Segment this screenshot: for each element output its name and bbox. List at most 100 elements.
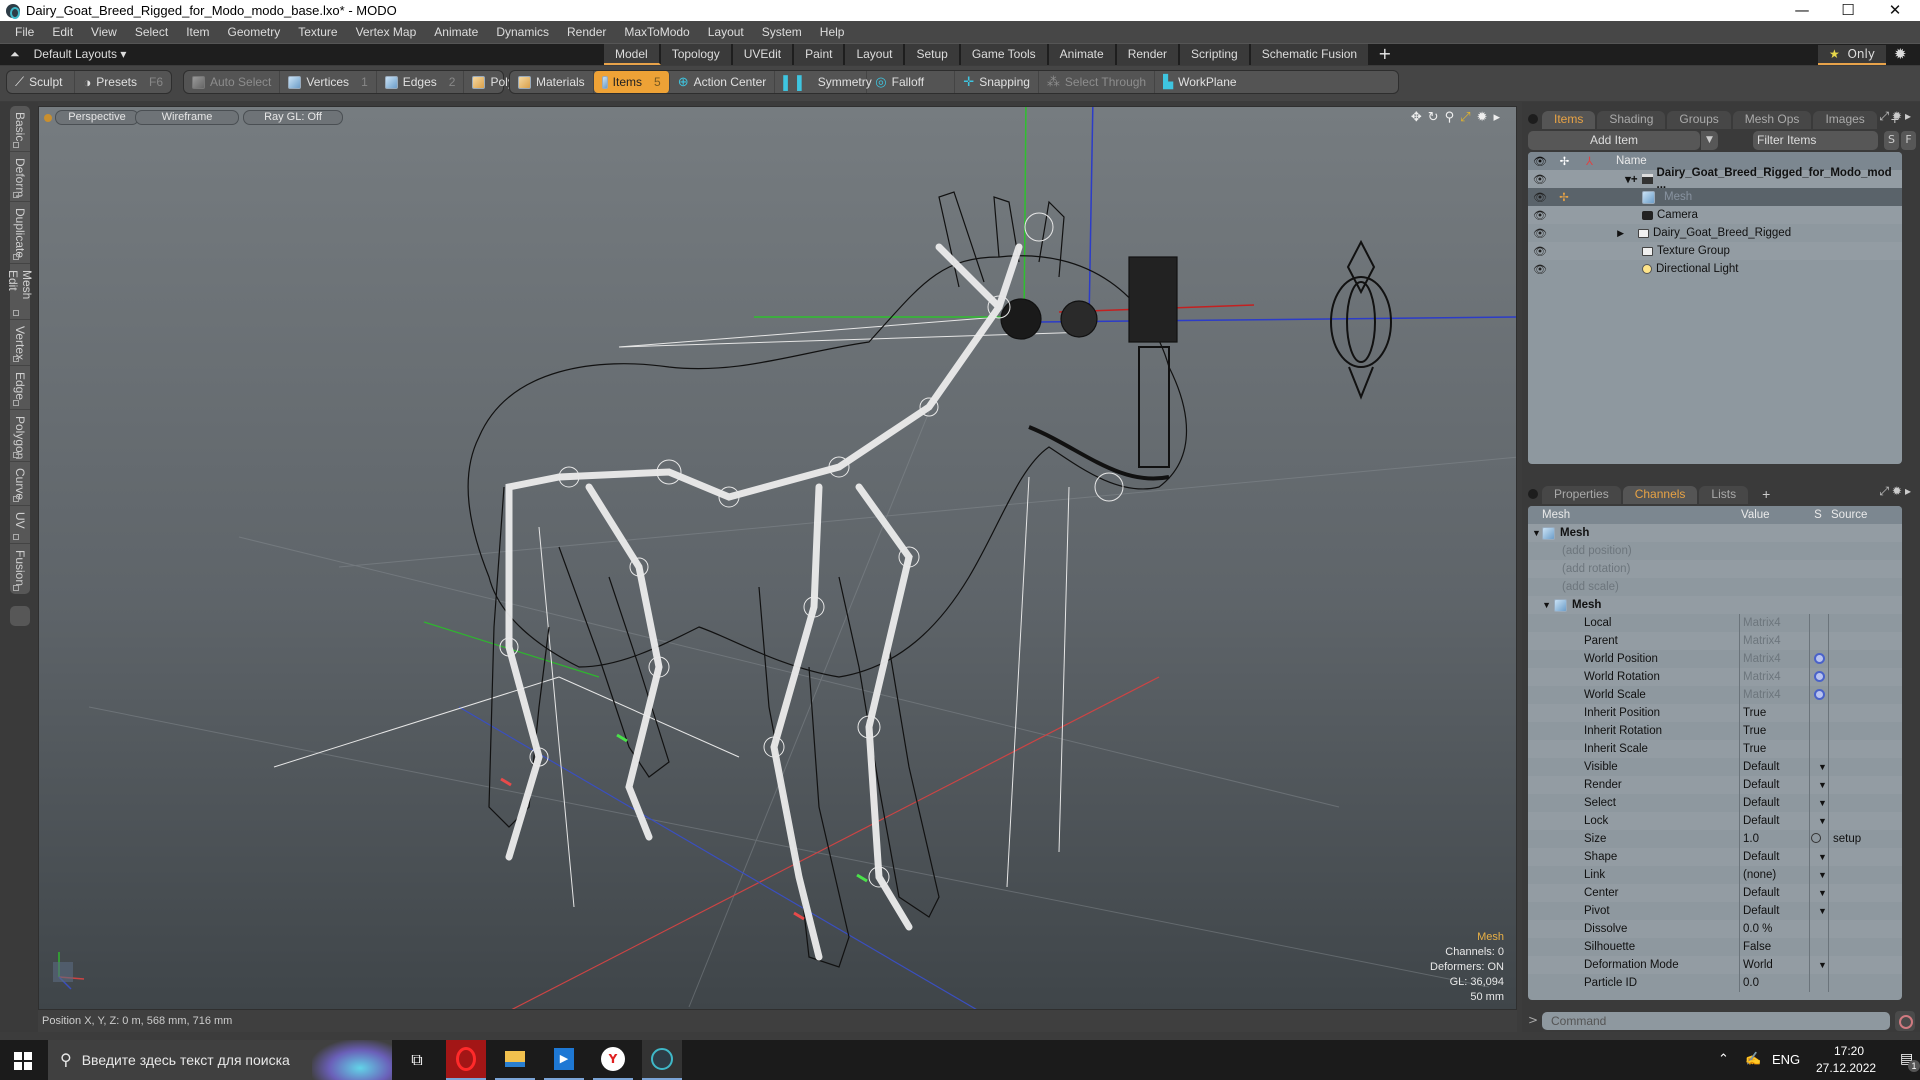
snapping-button[interactable]: ✛ Snapping bbox=[955, 71, 1039, 93]
file-explorer-icon[interactable] bbox=[495, 1040, 535, 1080]
collapse-icon[interactable]: ▼ bbox=[1528, 600, 1554, 610]
add-channel-row[interactable]: (add scale) bbox=[1528, 578, 1902, 596]
channel-value[interactable]: (none) ▼ bbox=[1739, 866, 1827, 884]
dropdown-arrow-icon[interactable]: ▼ bbox=[1818, 866, 1827, 884]
viewport-menu-arrow-icon[interactable]: ▸ bbox=[1493, 110, 1500, 125]
tab-schematic-fusion[interactable]: Schematic Fusion bbox=[1250, 44, 1371, 65]
channel-group-row[interactable]: ▼ Mesh bbox=[1528, 596, 1902, 614]
language-indicator[interactable]: ENG bbox=[1772, 1052, 1800, 1067]
tool-tab-extra[interactable] bbox=[10, 606, 30, 626]
menu-geometry[interactable]: Geometry bbox=[219, 25, 290, 39]
menu-texture[interactable]: Texture bbox=[289, 25, 346, 39]
workplane-button[interactable]: ▙ WorkPlane bbox=[1155, 71, 1244, 93]
dropdown-arrow-icon[interactable]: ▼ bbox=[1818, 884, 1827, 902]
tool-tab-uv[interactable]: UV bbox=[10, 506, 30, 544]
vertices-button[interactable]: Vertices 1 bbox=[280, 71, 377, 93]
menu-vertex-map[interactable]: Vertex Map bbox=[347, 25, 426, 39]
view-mode-button[interactable]: Perspective bbox=[55, 110, 139, 125]
gear-icon[interactable] bbox=[1813, 689, 1825, 700]
tab-lists[interactable]: Lists bbox=[1699, 486, 1749, 504]
lock-toggle-icon[interactable]: ✢ bbox=[1552, 190, 1576, 204]
tab-channels[interactable]: Channels bbox=[1622, 486, 1698, 504]
panel-options-icons[interactable]: ⤢✹▸ bbox=[1879, 484, 1914, 499]
action-center-button[interactable]: ⊕ Action Center bbox=[670, 71, 776, 93]
pen-icon[interactable]: ✍ bbox=[1745, 1051, 1761, 1067]
eye-icon[interactable]: 👁 bbox=[1528, 209, 1552, 222]
tab-scripting[interactable]: Scripting bbox=[1180, 44, 1251, 65]
start-button[interactable] bbox=[14, 1052, 32, 1070]
channel-row[interactable]: World Position Matrix4 bbox=[1528, 650, 1902, 668]
channel-row[interactable]: Parent Matrix4 bbox=[1528, 632, 1902, 650]
channel-value[interactable]: World ▼ bbox=[1739, 956, 1827, 974]
menu-render[interactable]: Render bbox=[558, 25, 615, 39]
item-row-mesh[interactable]: 👁 ✢ Mesh bbox=[1528, 188, 1902, 206]
auto-select-button[interactable]: Auto Select bbox=[184, 71, 281, 93]
dropdown-arrow-icon[interactable]: ▼ bbox=[1818, 956, 1827, 974]
channel-value[interactable]: Default ▼ bbox=[1739, 758, 1827, 776]
tab-paint[interactable]: Paint bbox=[794, 44, 846, 65]
tab-render[interactable]: Render bbox=[1116, 44, 1181, 65]
tab-model[interactable]: Model bbox=[604, 44, 661, 65]
tool-tab-polygon[interactable]: Polygon bbox=[10, 410, 30, 462]
add-item-button[interactable]: Add Item bbox=[1528, 131, 1700, 150]
sculpt-button[interactable]: ⟋ Sculpt bbox=[7, 71, 76, 93]
tab-layout[interactable]: Layout bbox=[845, 44, 906, 65]
tab-groups[interactable]: Groups bbox=[1667, 111, 1731, 129]
channel-value[interactable]: Default ▼ bbox=[1739, 776, 1827, 794]
tray-overflow-icon[interactable]: ⌃ bbox=[1718, 1051, 1729, 1067]
add-panel-tab-button[interactable]: + bbox=[1750, 486, 1782, 504]
task-view-icon[interactable]: ⧉ bbox=[397, 1040, 437, 1080]
items-button[interactable]: Items 5 bbox=[593, 71, 670, 93]
item-row-directional-light[interactable]: 👁 Directional Light bbox=[1528, 260, 1902, 278]
channel-root-row[interactable]: ▼ Mesh bbox=[1528, 524, 1902, 542]
maximize-button[interactable]: ☐ bbox=[1825, 0, 1871, 21]
add-item-dropdown[interactable]: ▼ bbox=[1700, 131, 1718, 150]
clock-date[interactable]: 27.12.2022 bbox=[1816, 1061, 1876, 1075]
symmetry-button[interactable]: ▌▐ Symmetry bbox=[775, 71, 872, 93]
record-macro-button[interactable] bbox=[1895, 1011, 1915, 1031]
tab-uvedit[interactable]: UVEdit bbox=[732, 44, 795, 65]
channel-row[interactable]: Inherit Position True bbox=[1528, 704, 1902, 722]
channel-row[interactable]: Size 1.0 setup bbox=[1528, 830, 1902, 848]
channel-value[interactable]: Default ▼ bbox=[1739, 902, 1827, 920]
tool-tab-deform[interactable]: Deform bbox=[10, 152, 30, 202]
dropdown-arrow-icon[interactable]: ▼ bbox=[1818, 758, 1827, 776]
channel-value[interactable]: Default ▼ bbox=[1739, 848, 1827, 866]
channel-value[interactable]: Default ▼ bbox=[1739, 794, 1827, 812]
only-button[interactable]: ★ Only bbox=[1818, 45, 1886, 65]
taskbar-search-box[interactable]: ⚲ Введите здесь текст для поиска bbox=[48, 1040, 392, 1080]
close-button[interactable]: ✕ bbox=[1872, 0, 1918, 21]
viewport-settings-icon[interactable]: ✹ bbox=[1477, 110, 1488, 125]
add-channel-row[interactable]: (add position) bbox=[1528, 542, 1902, 560]
yandex-browser-icon[interactable]: Y bbox=[593, 1040, 633, 1080]
channel-row[interactable]: World Rotation Matrix4 bbox=[1528, 668, 1902, 686]
menu-maxtomodo[interactable]: MaxToModo bbox=[615, 25, 698, 39]
3d-viewport[interactable]: Perspective Wireframe Ray GL: Off ✥ ↻ ⚲ … bbox=[38, 106, 1517, 1010]
falloff-button[interactable]: ◎ Falloff bbox=[867, 71, 956, 93]
channel-row[interactable]: Deformation Mode World ▼ bbox=[1528, 956, 1902, 974]
add-channel-row[interactable]: (add rotation) bbox=[1528, 560, 1902, 578]
tab-animate[interactable]: Animate bbox=[1048, 44, 1117, 65]
gear-icon[interactable] bbox=[1813, 653, 1825, 664]
opera-icon[interactable] bbox=[446, 1040, 486, 1080]
channel-row[interactable]: Center Default ▼ bbox=[1528, 884, 1902, 902]
collapse-icon[interactable]: ▼ bbox=[1528, 528, 1542, 538]
media-player-icon[interactable]: ▶ bbox=[544, 1040, 584, 1080]
eye-icon[interactable]: 👁 bbox=[1528, 227, 1552, 240]
channel-row[interactable]: Inherit Rotation True bbox=[1528, 722, 1902, 740]
channel-row[interactable]: Inherit Scale True bbox=[1528, 740, 1902, 758]
tool-tab-duplicate[interactable]: Duplicate bbox=[10, 202, 30, 264]
dropdown-arrow-icon[interactable]: ▼ bbox=[1818, 776, 1827, 794]
zoom-icon[interactable]: ⚲ bbox=[1445, 110, 1455, 125]
rotate-icon[interactable]: ↻ bbox=[1428, 110, 1439, 125]
menu-file[interactable]: File bbox=[6, 25, 43, 39]
radio-icon[interactable] bbox=[1811, 833, 1821, 843]
tab-game-tools[interactable]: Game Tools bbox=[960, 44, 1049, 65]
item-row-camera[interactable]: 👁 Camera bbox=[1528, 206, 1902, 224]
materials-button[interactable]: Materials bbox=[510, 71, 594, 93]
expand-arrow-icon[interactable]: ▶ bbox=[1552, 228, 1628, 239]
f-filter-button[interactable]: F bbox=[1901, 131, 1916, 150]
tab-mesh-ops[interactable]: Mesh Ops bbox=[1732, 111, 1812, 129]
menu-layout[interactable]: Layout bbox=[699, 25, 753, 39]
tab-shading[interactable]: Shading bbox=[1597, 111, 1666, 129]
